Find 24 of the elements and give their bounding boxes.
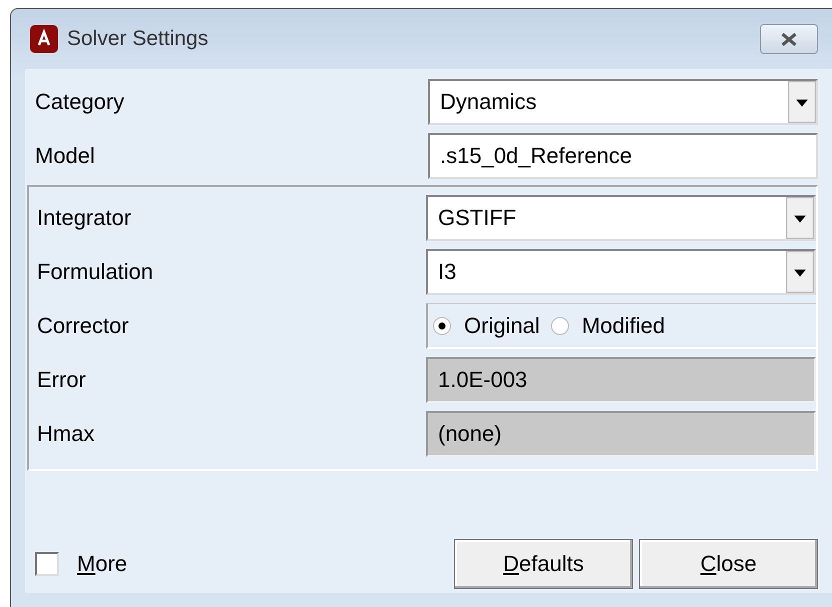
input-field[interactable]: .s15_0d_Reference — [428, 133, 818, 179]
radio-button[interactable] — [550, 316, 570, 336]
checkbox[interactable] — [35, 552, 59, 576]
radio-option[interactable]: Modified — [550, 312, 665, 338]
dialog-button[interactable]: Close — [639, 539, 818, 589]
window-title: Solver Settings — [67, 27, 210, 51]
radio-button[interactable] — [432, 316, 452, 336]
field-label: Category — [34, 89, 126, 115]
dialog-button[interactable]: Defaults — [454, 539, 633, 589]
field-label: Hmax — [36, 421, 96, 447]
field-label: Model — [34, 143, 96, 169]
input-field: 1.0E-003 — [426, 357, 816, 403]
field-label: Error — [36, 367, 87, 393]
field-label: Formulation — [36, 259, 154, 285]
app-icon — [29, 24, 59, 54]
input-field: (none) — [426, 411, 816, 457]
field-label: Integrator — [36, 205, 132, 231]
close-button[interactable] — [760, 24, 818, 54]
field-label: Corrector — [36, 313, 130, 339]
dropdown[interactable]: GSTIFF — [426, 195, 816, 241]
dropdown[interactable]: Dynamics — [428, 79, 818, 125]
radio-option[interactable]: Original — [432, 312, 540, 338]
dropdown[interactable]: I3 — [426, 249, 816, 295]
more-checkbox[interactable]: More — [27, 551, 128, 577]
